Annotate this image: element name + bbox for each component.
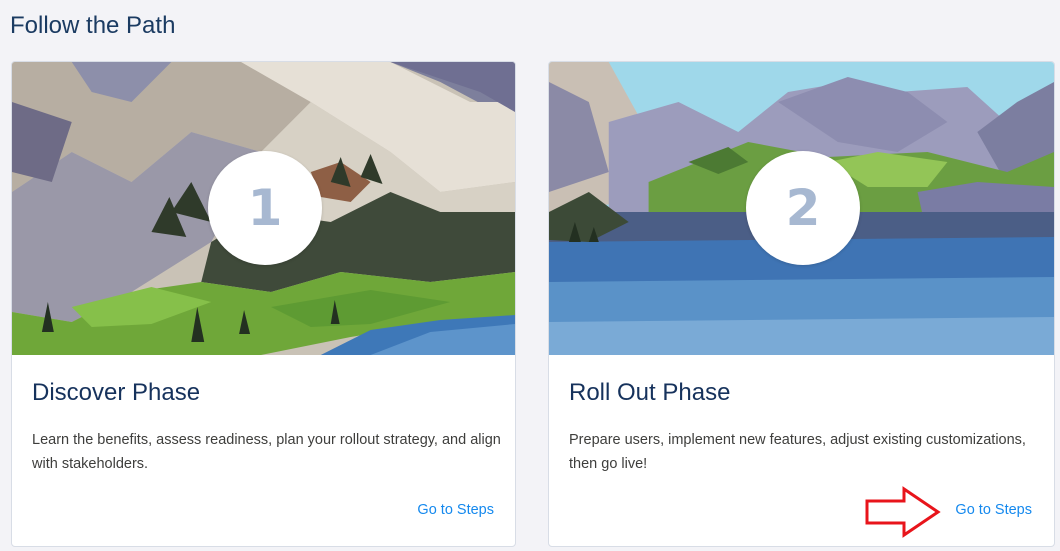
step-number: 1 — [247, 179, 283, 237]
go-to-steps-link[interactable]: Go to Steps — [417, 502, 494, 518]
card-title: Roll Out Phase — [569, 379, 731, 406]
roll-out-phase-card: 2 Roll Out Phase Prepare users, implemen… — [548, 61, 1055, 547]
card-title: Discover Phase — [32, 379, 201, 406]
red-arrow-icon — [865, 486, 941, 538]
card-description: Prepare users, implement new features, a… — [569, 432, 1026, 472]
step-number: 2 — [785, 179, 821, 237]
section-title: Follow the Path — [10, 12, 176, 39]
card-description: Learn the benefits, assess readiness, pl… — [32, 432, 501, 472]
step-number-badge: 2 — [746, 151, 860, 265]
go-to-steps-link[interactable]: Go to Steps — [955, 502, 1032, 518]
step-number-badge: 1 — [208, 151, 322, 265]
discover-phase-card: 1 Discover Phase Learn the benefits, ass… — [11, 61, 516, 547]
follow-the-path-page: Follow the Path 1 Discover Phase Learn t… — [0, 0, 1060, 551]
